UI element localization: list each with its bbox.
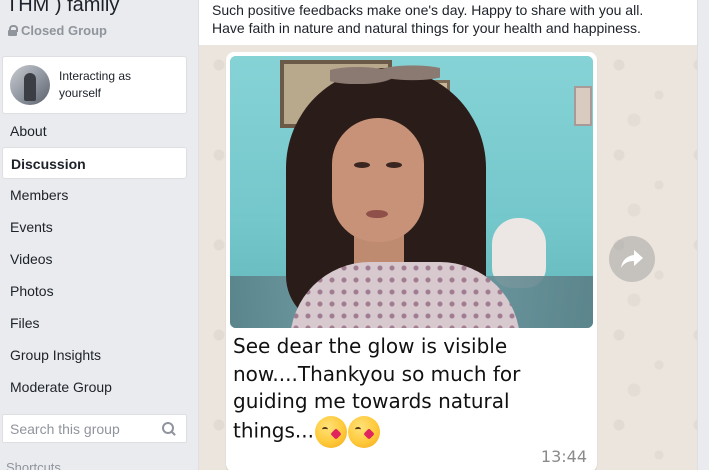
nav-item-files[interactable]: Files [0,307,190,339]
search-input[interactable] [3,415,153,442]
group-title[interactable]: THM ) family [6,0,119,17]
chat-photo [230,56,593,328]
group-privacy: Closed Group [8,23,107,38]
chat-message-time: 13:44 [540,447,587,466]
nav-item-about[interactable]: About [0,115,190,147]
post-card: Such positive feedbacks make one's day. … [198,0,698,470]
nav-item-events[interactable]: Events [0,211,190,243]
share-icon [621,250,643,268]
group-privacy-label: Closed Group [21,23,107,38]
kiss-emoji-icon [314,415,347,448]
nav-item-members[interactable]: Members [0,179,190,211]
lock-icon [8,25,18,36]
nav-item-group-insights[interactable]: Group Insights [0,339,190,371]
avatar [10,65,50,105]
group-search [2,414,187,443]
group-nav: About Discussion Members Events Videos P… [0,115,190,403]
search-icon[interactable] [162,422,176,436]
chat-message-text: See dear the glow is visible now....Than… [233,333,533,448]
group-sidebar: THM ) family Closed Group Interacting as… [0,0,190,470]
kiss-emoji-icon [347,415,380,448]
share-button[interactable] [609,236,655,282]
interacting-as-label: Interacting as yourself [59,69,132,100]
shortcuts-heading: Shortcuts [6,460,61,470]
nav-item-videos[interactable]: Videos [0,243,190,275]
shared-chat-screenshot[interactable]: See dear the glow is visible now....Than… [199,45,697,470]
nav-item-discussion[interactable]: Discussion [2,147,187,179]
post-text: Such positive feedbacks make one's day. … [212,2,644,36]
interacting-as-card[interactable]: Interacting as yourself [2,56,187,114]
chat-message-bubble: See dear the glow is visible now....Than… [226,52,597,470]
nav-item-moderate-group[interactable]: Moderate Group [0,371,190,403]
nav-item-photos[interactable]: Photos [0,275,190,307]
